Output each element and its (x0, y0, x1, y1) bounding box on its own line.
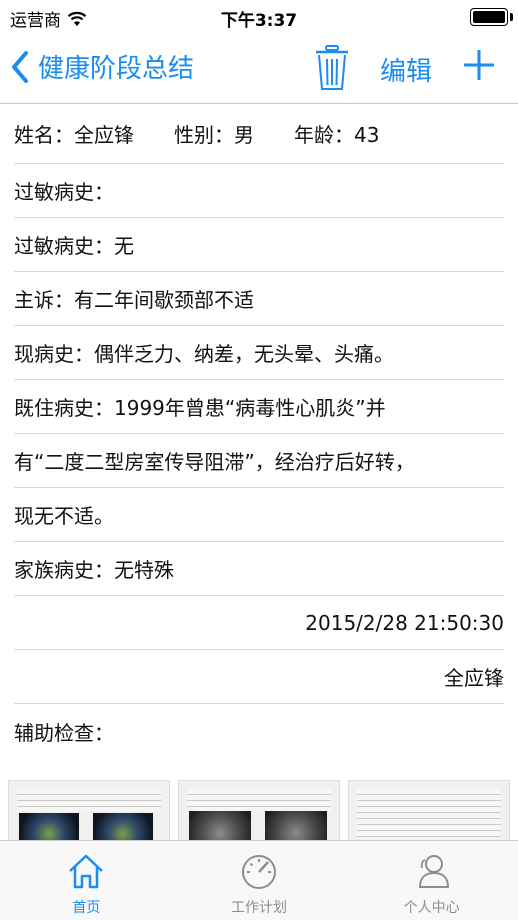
patient-basic-row: 姓名：全应锋 性别：男 年龄：43 (14, 104, 504, 164)
gauge-icon (242, 855, 276, 889)
allergy-label: 过敏病史： (14, 234, 114, 258)
past-value-line3: 现无不适。 (14, 504, 114, 528)
ultrasound-scan (93, 813, 153, 841)
record-timestamp: 2015/2/28 21:50:30 (305, 610, 504, 635)
family-value: 无特殊 (114, 558, 174, 582)
record-author: 全应锋 (444, 666, 504, 690)
age-field: 年龄：43 (294, 119, 379, 148)
edit-button[interactable]: 编辑 (380, 51, 432, 88)
exam-image-thumbnail[interactable] (178, 780, 340, 842)
complaint-value: 有二年间歇颈部不适 (74, 288, 254, 312)
plus-icon[interactable] (462, 48, 496, 82)
tab-bar: 首页 工作计划 个人中心 (0, 840, 518, 920)
aux-exam-label: 辅助检查： (14, 720, 114, 745)
nav-bar: 健康阶段总结 编辑 (0, 34, 518, 104)
name-value: 全应锋 (74, 123, 134, 147)
exam-image-thumbnail[interactable] (348, 780, 510, 842)
gender-value: 男 (234, 123, 254, 147)
gender-label: 性别： (174, 123, 234, 147)
exam-image-thumbnail[interactable] (8, 780, 170, 842)
back-button[interactable]: 健康阶段总结 (10, 48, 194, 85)
status-time: 下午3:37 (220, 11, 298, 31)
past-history-row: 既住病史： 1999年曾患“病毒性心肌炎”并 (14, 380, 504, 434)
xray-scan (265, 811, 327, 841)
past-history-line3: 现无不适。 (14, 488, 504, 542)
family-label: 家族病史： (14, 558, 114, 582)
tab-work-plan-label: 工作计划 (231, 900, 287, 916)
present-value: 偶伴乏力、纳差，无头晕、头痛。 (94, 342, 394, 366)
allergy-header: 过敏病史： (14, 180, 114, 204)
tab-profile-label: 个人中心 (403, 900, 460, 916)
age-label: 年龄： (294, 123, 354, 147)
name-field: 姓名：全应锋 (14, 119, 134, 148)
document-lines (187, 789, 331, 811)
tab-home[interactable]: 首页 (0, 841, 173, 920)
present-illness-row: 现病史： 偶伴乏力、纳差，无头晕、头痛。 (14, 326, 504, 380)
allergy-value: 无 (114, 234, 134, 258)
allergy-header-row: 过敏病史： (14, 164, 504, 218)
complaint-label: 主诉： (14, 288, 74, 312)
past-value-line1: 1999年曾患“病毒性心肌炎”并 (114, 396, 386, 420)
past-history-line2: 有“二度二型房室传导阻滞”，经治疗后好转， (14, 434, 504, 488)
xray-scan (189, 811, 251, 841)
present-label: 现病史： (14, 342, 94, 366)
trash-icon[interactable] (313, 44, 351, 92)
complaint-row: 主诉： 有二年间歇颈部不适 (14, 272, 504, 326)
tab-home-label: 首页 (72, 900, 101, 916)
back-label: 健康阶段总结 (38, 54, 195, 84)
family-history-row: 家族病史： 无特殊 (14, 542, 504, 596)
record-content: 姓名：全应锋 性别：男 年龄：43 过敏病史： 过敏病史：无 主诉： 有二年间歇颈… (0, 104, 518, 758)
status-bar: 运营商 下午3:37 (0, 0, 518, 34)
tab-profile[interactable]: 个人中心 (345, 841, 518, 920)
aux-exam-row: 辅助检查： (14, 704, 504, 758)
past-value-line2: 有“二度二型房室传导阻滞”，经治疗后好转， (14, 450, 415, 474)
timestamp-row: 2015/2/28 21:50:30 (14, 596, 504, 650)
user-icon (418, 855, 449, 888)
author-row: 全应锋 (14, 650, 504, 704)
document-lines (17, 789, 161, 811)
past-label: 既住病史： (14, 396, 114, 420)
battery-level (473, 11, 505, 23)
battery-tip (510, 13, 513, 21)
aux-exam-images (8, 780, 518, 842)
tab-work-plan[interactable]: 工作计划 (173, 841, 346, 920)
allergy-row: 过敏病史：无 (14, 218, 504, 272)
document-lines (357, 789, 501, 839)
age-value: 43 (354, 123, 380, 147)
chevron-left-icon (12, 50, 28, 83)
ultrasound-scan (19, 813, 79, 841)
name-label: 姓名： (14, 123, 74, 147)
gender-field: 性别：男 (174, 119, 254, 148)
home-icon (69, 854, 104, 889)
battery-icon (470, 8, 508, 26)
